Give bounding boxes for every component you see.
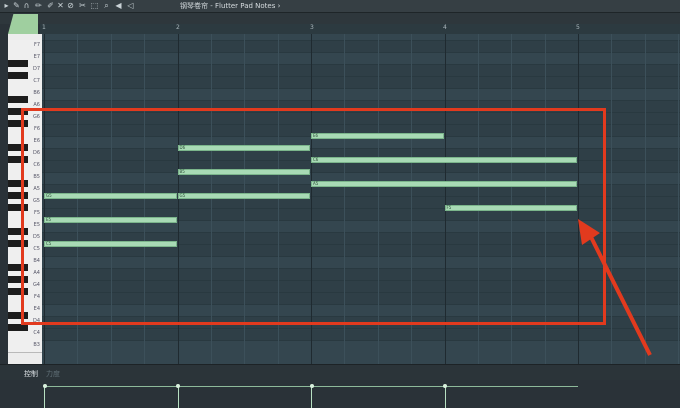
paint-icon[interactable]: ✐ <box>46 1 55 10</box>
piano-key-label: C4 <box>33 330 40 336</box>
bar-number: 3 <box>310 24 314 31</box>
window-title: 钢琴卷帘 - Flutter Pad Notes › <box>180 2 281 10</box>
grid-row-line <box>42 64 680 65</box>
piano-key-label: E7 <box>33 54 40 60</box>
grid-row <box>42 76 680 88</box>
velocity-area[interactable] <box>0 380 680 408</box>
velocity-stem[interactable] <box>44 386 45 408</box>
control-bar <box>0 364 680 381</box>
beat-line <box>678 34 680 364</box>
bar-number: 2 <box>176 24 180 31</box>
black-piano-key[interactable] <box>8 72 28 79</box>
velocity-handle[interactable] <box>443 384 447 388</box>
mute-icon[interactable]: ⊘ <box>66 1 75 10</box>
velocity-stem[interactable] <box>177 386 179 408</box>
piano-key-label: F7 <box>33 42 40 48</box>
grid-row <box>42 40 680 52</box>
bar-number: 5 <box>576 24 580 31</box>
bar-number: 4 <box>443 24 447 31</box>
tool-icon[interactable]: ✎ <box>12 1 21 10</box>
black-piano-key[interactable] <box>8 324 28 331</box>
grid-row-line <box>42 88 680 89</box>
piano-key-label: D7 <box>32 66 40 72</box>
velocity-handle[interactable] <box>309 384 314 388</box>
control-label[interactable]: 控制 <box>24 369 38 379</box>
delete-icon[interactable]: ✕ <box>56 1 65 10</box>
toolbar: ▸ ✎ ∩ ✏ ✐ ✕ ⊘ ✂ ⬚ ⌕ ◀ ◁ 钢琴卷帘 - Flutter P… <box>0 0 680 13</box>
slice-icon[interactable]: ✂ <box>78 1 87 10</box>
black-piano-key[interactable] <box>8 60 28 67</box>
velocity-handle[interactable] <box>176 384 180 388</box>
select-icon[interactable]: ⬚ <box>90 1 99 10</box>
black-piano-key[interactable] <box>8 96 28 103</box>
piano-key[interactable]: B3 <box>8 340 42 353</box>
grid-row <box>42 64 680 76</box>
bar-number: 1 <box>42 24 46 31</box>
highlight-arrow <box>578 219 652 356</box>
grid-row-line <box>42 40 680 41</box>
grid-row-line <box>42 76 680 77</box>
piano-key-label: B3 <box>33 342 40 348</box>
velocity-stem[interactable] <box>311 386 312 408</box>
velocity-handle[interactable] <box>42 384 47 388</box>
playback-icon[interactable]: ◀ <box>114 1 123 10</box>
piano-key-label: C7 <box>33 78 40 84</box>
horizontal-scroll-row <box>0 13 680 34</box>
play-icon[interactable]: ▸ <box>2 1 11 10</box>
zoom-icon[interactable]: ⌕ <box>102 1 111 10</box>
velocity-stem[interactable] <box>444 386 446 408</box>
highlight-rectangle <box>21 108 606 325</box>
grid-row-line <box>42 52 680 53</box>
pencil-icon[interactable]: ✏ <box>34 1 43 10</box>
control-sub-label[interactable]: 力度 <box>46 369 60 379</box>
speaker-icon[interactable]: ◁ <box>126 1 135 10</box>
piano-key-label: B6 <box>33 90 40 96</box>
grid-row-line <box>42 100 680 101</box>
magnet-icon[interactable]: ∩ <box>22 1 31 10</box>
